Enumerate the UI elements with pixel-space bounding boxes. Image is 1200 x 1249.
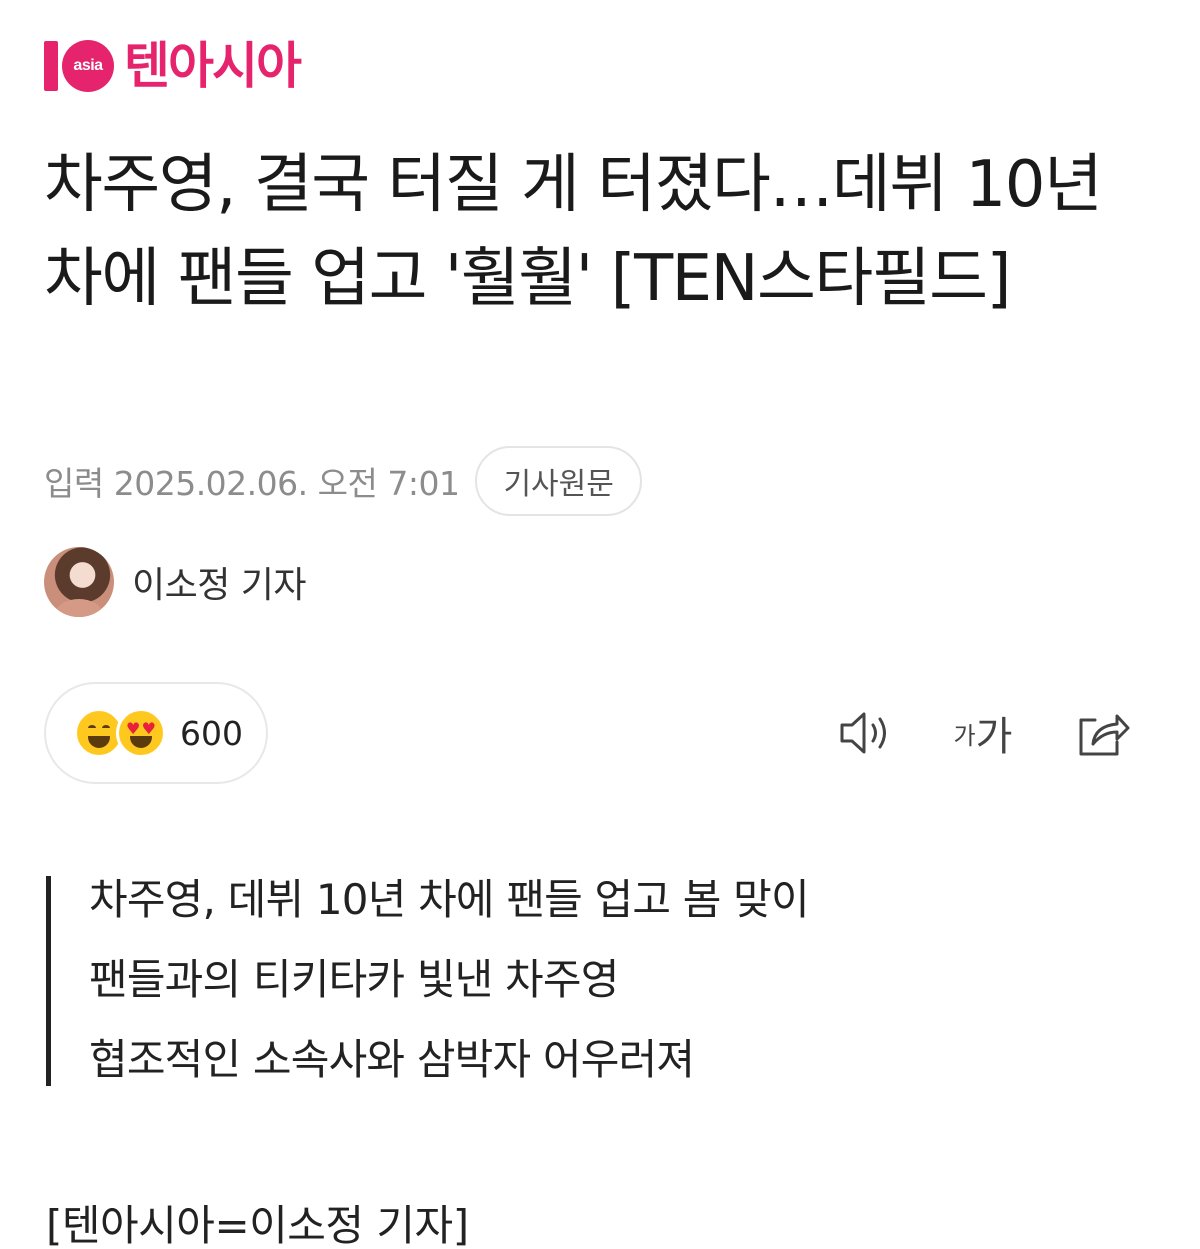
publish-date: 입력 2025.02.06. 오전 7:01 — [44, 464, 460, 503]
reporter-avatar — [44, 547, 114, 617]
article-headline: 차주영, 결국 터질 게 터졌다…데뷔 10년 차에 팬들 업고 '훨훨' [T… — [44, 148, 1103, 316]
font-size-small-label: 가 — [953, 721, 976, 750]
brand-logo-mark: asia — [44, 40, 114, 92]
article-summary: 차주영, 데뷔 10년 차에 팬들 업고 봄 맞이 팬들과의 티키타카 빛낸 차… — [46, 875, 946, 1086]
font-size-icon[interactable]: 가가 — [950, 700, 1016, 766]
brand-logo[interactable]: asia 텐아시아 — [44, 37, 302, 95]
article-body: [텐아시아=이소정 기자] — [46, 1201, 469, 1249]
reaction-count: 600 — [180, 713, 243, 753]
original-article-button[interactable]: 기사원문 — [475, 446, 642, 516]
share-icon[interactable] — [1070, 700, 1136, 766]
brand-name: 텐아시아 — [124, 37, 302, 95]
summary-line: 팬들과의 티키타카 빛낸 차주영 — [89, 955, 619, 1004]
speaker-icon[interactable] — [834, 700, 900, 766]
logo-circle: asia — [62, 40, 114, 92]
font-size-large-label: 가 — [975, 714, 1013, 760]
reporter-byline[interactable]: 이소정 기자 — [44, 547, 307, 617]
summary-line: 차주영, 데뷔 10년 차에 팬들 업고 봄 맞이 — [89, 875, 810, 924]
article-meta: 입력 2025.02.06. 오전 7:01 기사원문 — [44, 446, 642, 516]
summary-line: 협조적인 소속사와 삼박자 어우러져 — [89, 1035, 695, 1084]
heart-eyes-emoji-icon: ♥ ♥ — [116, 708, 166, 758]
reporter-name: 이소정 기자 — [132, 565, 307, 606]
reaction-button[interactable]: ♥ ♥ 600 — [44, 682, 268, 784]
logo-one-bar — [44, 41, 58, 91]
